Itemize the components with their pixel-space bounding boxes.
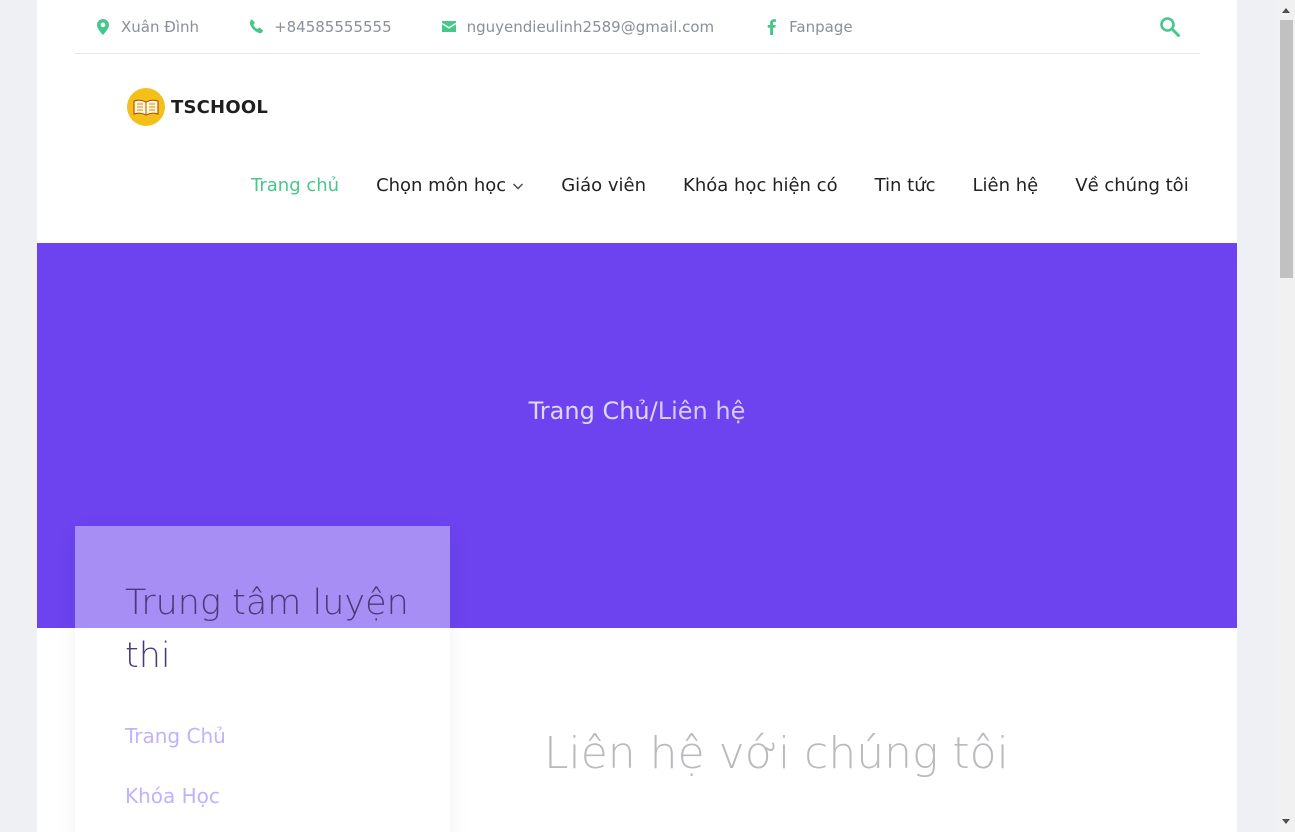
address-item: Xuân Đình [75,17,199,37]
main-nav: Trang chủ Chọn môn học Giáo viên Khóa họ… [251,175,1226,196]
page-title: Liên hệ với chúng tôi [544,728,1009,779]
nav-label: Khóa học hiện có [683,175,838,196]
email-text: nguyendieulinh2589@gmail.com [466,17,715,36]
location-pin-icon [93,17,113,37]
search-icon [1160,17,1180,37]
sidebar-link-home[interactable]: Trang Chủ [125,724,226,748]
scroll-down-arrow-icon[interactable] [1282,819,1290,824]
fanpage-item[interactable]: Fanpage [743,17,853,37]
breadcrumb-separator: / [649,397,658,425]
nav-label: Giáo viên [561,175,647,196]
scrollbar-thumb[interactable] [1280,20,1293,278]
breadcrumb-current: Liên hệ [657,397,746,425]
nav-item-courses[interactable]: Khóa học hiện có [683,175,838,196]
phone-text: +84585555555 [274,17,392,36]
fanpage-text: Fanpage [789,17,853,36]
scroll-up-arrow-icon[interactable] [1282,8,1290,13]
nav-item-news[interactable]: Tin tức [875,175,936,196]
nav-item-subjects[interactable]: Chọn môn học [376,175,524,196]
logo-text: TSCHOOL [171,96,268,118]
nav-item-contact[interactable]: Liên hệ [973,175,1039,196]
nav-item-teachers[interactable]: Giáo viên [561,175,646,196]
breadcrumb-home[interactable]: Trang Chủ [529,397,650,425]
facebook-icon [761,17,781,37]
email-item[interactable]: nguyendieulinh2589@gmail.com [421,17,715,37]
vertical-scrollbar[interactable] [1278,0,1295,832]
site-logo[interactable]: TSCHOOL [127,88,268,126]
sidebar-link-courses[interactable]: Khóa Học [125,784,220,808]
breadcrumb: Trang Chủ/Liên hệ [37,397,1237,425]
nav-item-about[interactable]: Về chúng tôi [1075,175,1188,196]
phone-item[interactable]: +84585555555 [228,17,392,37]
nav-label: Trang chủ [251,175,340,196]
nav-label: Chọn môn học [376,175,507,196]
sidebar-title: Trung tâm luyện thi [125,583,409,676]
search-button[interactable] [1158,15,1182,39]
book-logo-icon [127,88,165,126]
nav-label: Tin tức [874,175,936,196]
nav-item-home[interactable]: Trang chủ [251,175,339,196]
phone-icon [246,17,266,37]
address-text: Xuân Đình [121,17,200,36]
chevron-down-icon [513,183,524,189]
top-info-bar: Xuân Đình +84585555555 nguyendieulinh258… [75,0,1200,54]
page: Xuân Đình +84585555555 nguyendieulinh258… [37,0,1237,832]
nav-label: Liên hệ [972,175,1039,196]
mail-icon [439,17,459,37]
nav-label: Về chúng tôi [1075,175,1189,196]
